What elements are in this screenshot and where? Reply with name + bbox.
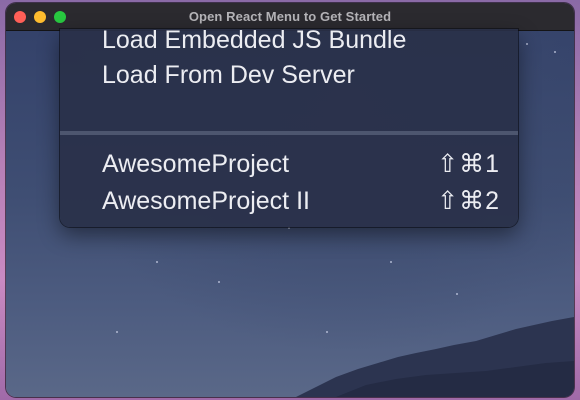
desktop-wallpaper: Load Embedded JS Bundle Load From Dev Se… <box>6 29 574 397</box>
menu-item-label: AwesomeProject II <box>102 186 310 215</box>
star <box>456 293 458 295</box>
menu-item-load-embedded-bundle[interactable]: Load Embedded JS Bundle <box>102 29 500 58</box>
maximize-window-button[interactable] <box>54 11 66 23</box>
title-bar[interactable]: Open React Menu to Get Started <box>6 3 574 31</box>
star <box>218 281 220 283</box>
window-title: Open React Menu to Get Started <box>188 9 392 24</box>
star <box>156 261 158 263</box>
close-window-button[interactable] <box>14 11 26 23</box>
menu-item-label: Load From Dev Server <box>102 60 355 89</box>
menu-item-awesomeproject-ii[interactable]: AwesomeProject II ⇧⌘2 <box>102 183 500 219</box>
menu-item-shortcut: ⇧⌘1 <box>437 150 500 178</box>
menu-item-shortcut: ⇧⌘2 <box>437 187 500 215</box>
menu-item-awesomeproject[interactable]: AwesomeProject ⇧⌘1 <box>102 146 500 182</box>
minimize-window-button[interactable] <box>34 11 46 23</box>
star <box>288 227 290 229</box>
menu-separator <box>60 131 518 135</box>
react-dropdown-menu: Load Embedded JS Bundle Load From Dev Se… <box>60 29 518 227</box>
star <box>554 51 556 53</box>
star <box>526 43 528 45</box>
window-controls <box>14 11 66 23</box>
menu-item-label: AwesomeProject <box>102 149 290 178</box>
menu-item-label: Load Embedded JS Bundle <box>102 29 407 54</box>
mountain-silhouette <box>296 317 574 397</box>
app-window: Open React Menu to Get Started Load Embe… <box>6 3 574 397</box>
menu-item-load-from-dev-server[interactable]: Load From Dev Server <box>102 57 500 93</box>
star <box>390 261 392 263</box>
